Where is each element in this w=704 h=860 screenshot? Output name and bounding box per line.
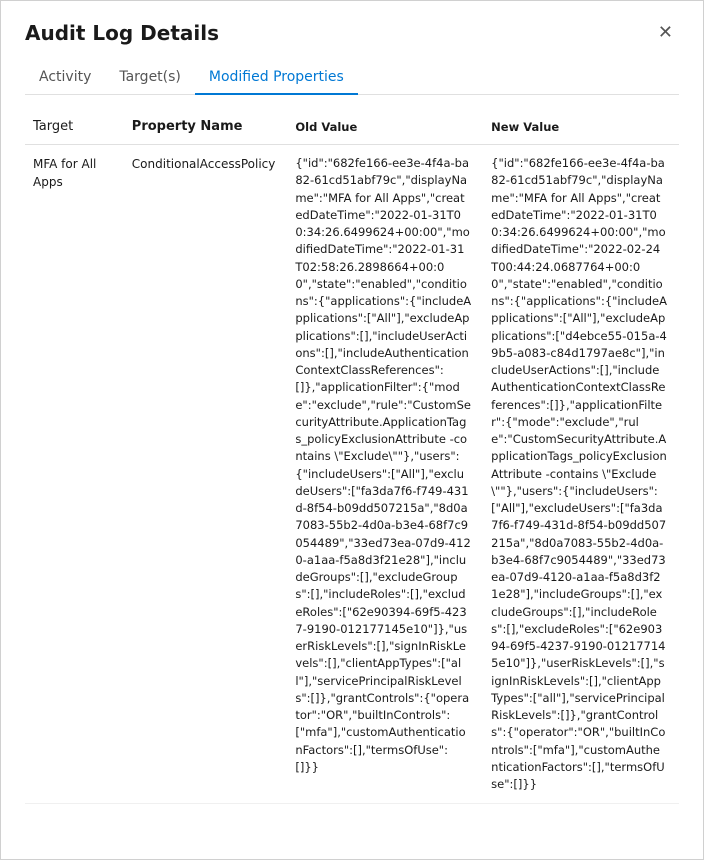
table-row: MFA for All AppsConditionalAccessPolicy{…: [25, 145, 679, 804]
tab-targets[interactable]: Target(s): [105, 61, 195, 95]
cell-target: MFA for All Apps: [25, 145, 124, 804]
col-header-target: Target: [25, 111, 124, 145]
col-header-new-value: New Value: [483, 111, 679, 145]
close-button[interactable]: ✕: [652, 21, 679, 43]
dialog-header: Audit Log Details ✕: [25, 21, 679, 45]
table-container: Target Property Name Old Value New Value…: [25, 111, 679, 835]
cell-old-value: {"id":"682fe166-ee3e-4f4a-ba82-61cd51abf…: [287, 145, 483, 804]
dialog-title: Audit Log Details: [25, 21, 219, 45]
col-header-old-value: Old Value: [287, 111, 483, 145]
table-body: MFA for All AppsConditionalAccessPolicy{…: [25, 145, 679, 804]
tab-bar: Activity Target(s) Modified Properties: [25, 61, 679, 95]
col-header-property-name: Property Name: [124, 111, 288, 145]
cell-new-value: {"id":"682fe166-ee3e-4f4a-ba82-61cd51abf…: [483, 145, 679, 804]
audit-log-dialog: Audit Log Details ✕ Activity Target(s) M…: [0, 0, 704, 860]
table-header-row: Target Property Name Old Value New Value: [25, 111, 679, 145]
cell-property-name: ConditionalAccessPolicy: [124, 145, 288, 804]
properties-table: Target Property Name Old Value New Value…: [25, 111, 679, 804]
tab-modified-properties[interactable]: Modified Properties: [195, 61, 358, 95]
tab-activity[interactable]: Activity: [25, 61, 105, 95]
